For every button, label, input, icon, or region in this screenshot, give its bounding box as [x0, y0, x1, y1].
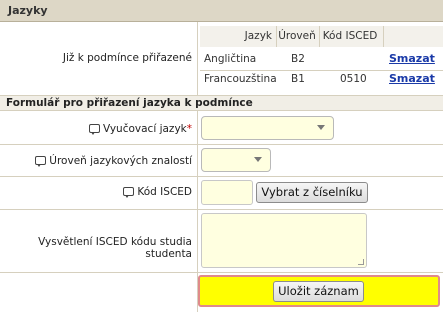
assigned-languages-table: Jazyk Úroveň Kód ISCED Angličtina B2 Sma… [200, 26, 443, 94]
resize-handle-icon[interactable] [358, 259, 364, 265]
section-header: Jazyky [0, 0, 443, 22]
language-select[interactable] [201, 116, 334, 140]
isced-label: Kód ISCED [0, 186, 192, 198]
save-button[interactable]: Uložit záznam [273, 281, 364, 302]
column-header-level: Úroveň [278, 30, 316, 42]
row-level: B2 [291, 53, 305, 65]
chevron-down-icon [317, 125, 325, 130]
delete-link[interactable]: Smazat [389, 72, 435, 85]
row-language: Angličtina [204, 53, 257, 65]
column-header-language: Jazyk [244, 30, 272, 42]
help-icon[interactable] [123, 187, 135, 198]
column-divider [383, 26, 384, 47]
level-label: Úroveň jazykových znalostí [0, 155, 192, 167]
assigned-label: Již k podmínce přiřazené [62, 52, 192, 64]
table-row-divider [200, 70, 443, 71]
explanation-label: Vysvětlení ISCED kódu studia studenta [38, 236, 192, 260]
form-section-header: Formulář pro přiřazení jazyka k podmínce [0, 95, 443, 111]
row-divider [0, 176, 443, 177]
help-icon[interactable] [88, 124, 100, 135]
row-divider [0, 272, 443, 273]
help-icon[interactable] [35, 156, 47, 167]
select-from-codebook-button[interactable]: Vybrat z číselníku [256, 182, 368, 203]
row-divider [0, 144, 443, 145]
row-divider [0, 209, 443, 210]
delete-link[interactable]: Smazat [389, 52, 435, 65]
section-title: Jazyky [8, 4, 48, 17]
form-title: Formulář pro přiřazení jazyka k podmínce [6, 97, 253, 109]
required-mark: * [186, 123, 192, 135]
chevron-down-icon [254, 157, 262, 162]
explanation-textarea[interactable] [201, 213, 367, 268]
row-level: B1 [291, 73, 305, 85]
isced-code-input[interactable] [201, 180, 253, 205]
row-isced: 0510 [340, 73, 367, 85]
column-header-isced: Kód ISCED [322, 30, 378, 42]
label-column-divider [197, 22, 198, 312]
level-select[interactable] [201, 148, 271, 172]
row-language: Francouzština [204, 73, 277, 85]
language-label: Vyučovací jazyk* [0, 123, 192, 135]
